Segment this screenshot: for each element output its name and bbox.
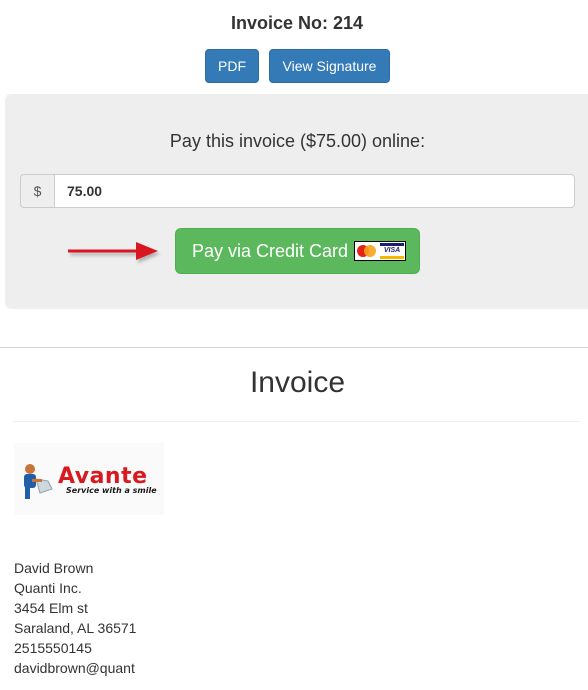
pdf-button[interactable]: PDF	[205, 49, 259, 83]
customer-address: David Brown Quanti Inc. 3454 Elm st Sara…	[14, 558, 136, 678]
amount-input-group: $	[20, 174, 575, 208]
customer-name: David Brown	[14, 560, 94, 576]
customer-company: Quanti Inc.	[14, 580, 82, 596]
payment-amount-input[interactable]	[54, 174, 575, 208]
mastercard-icon	[356, 243, 379, 259]
customer-phone: 2515550145	[14, 640, 92, 656]
customer-city-state-zip: Saraland, AL 36571	[14, 620, 137, 636]
customer-email: davidbrown@quant	[14, 660, 135, 676]
section-divider	[0, 347, 588, 348]
invoice-heading: Invoice	[249, 366, 346, 399]
currency-addon: $	[20, 174, 54, 208]
pay-credit-card-label: Pay via Credit Card	[192, 240, 349, 261]
payment-title: Pay this invoice ($75.00) online:	[169, 131, 426, 151]
logo-tagline: Service with a smile	[66, 486, 157, 495]
invoice-number-title: Invoice No: 214	[230, 13, 364, 33]
invoice-page: Invoice No: 214 PDF View Signature Pay t…	[0, 0, 588, 690]
customer-street: 3454 Elm st	[14, 600, 88, 616]
company-logo: Avante Service with a smile	[14, 443, 164, 515]
card-icons: VISA	[354, 241, 407, 261]
view-signature-button[interactable]: View Signature	[269, 49, 390, 83]
visa-icon: VISA	[380, 243, 405, 259]
pay-credit-card-button[interactable]: Pay via Credit Card VISA	[175, 228, 420, 274]
plumber-figure-icon	[24, 464, 53, 499]
red-arrow-icon	[68, 242, 158, 260]
heading-divider	[13, 421, 580, 422]
